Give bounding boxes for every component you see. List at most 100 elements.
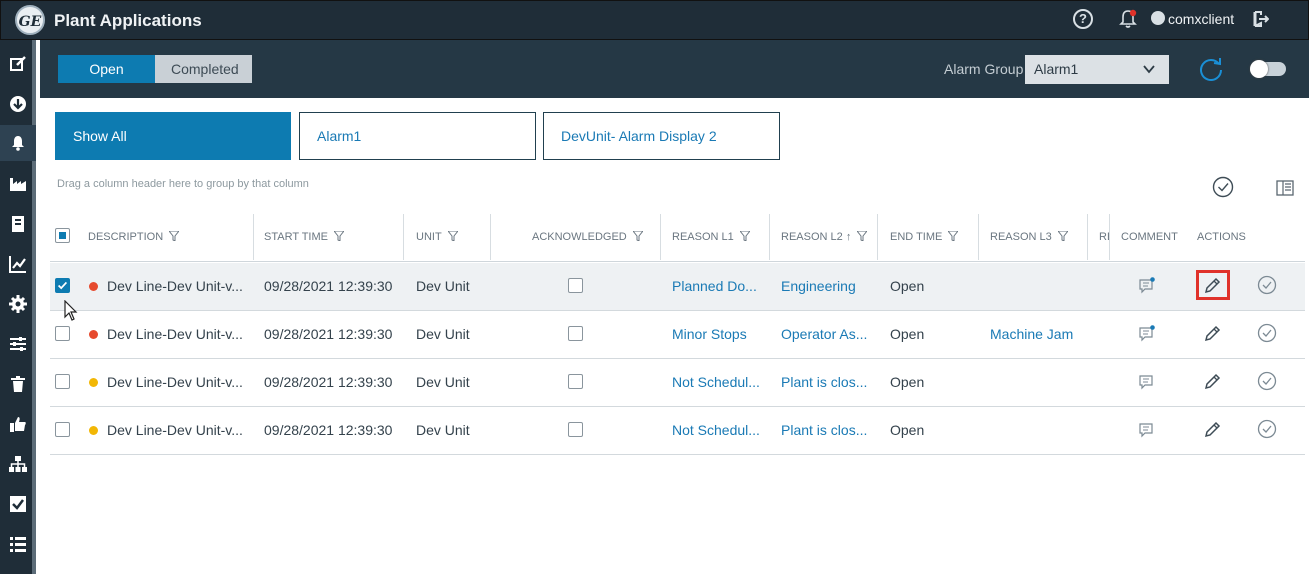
- sidebar-item-tasks[interactable]: [8, 494, 28, 514]
- comment-icon[interactable]: [1137, 372, 1157, 392]
- filter-icon[interactable]: [1057, 231, 1068, 241]
- alarm-group-select[interactable]: Alarm1: [1025, 55, 1169, 84]
- cell-reason-l1[interactable]: Not Schedul...: [672, 359, 760, 405]
- cell-end-time: Open: [890, 422, 925, 438]
- acknowledged-checkbox[interactable]: [568, 278, 583, 293]
- gear-icon: [9, 295, 27, 313]
- acknowledge-all-icon[interactable]: [1212, 176, 1234, 198]
- table-row[interactable]: Dev Line-Dev Unit-v... 09/28/2021 12:39:…: [50, 407, 1305, 455]
- sidebar-item-quality[interactable]: [8, 414, 28, 434]
- alarm-group-value: Alarm1: [1034, 61, 1079, 77]
- acknowledged-checkbox[interactable]: [568, 422, 583, 437]
- acknowledge-icon[interactable]: [1257, 419, 1277, 439]
- column-header-reason-l3[interactable]: REASON L3: [990, 212, 1068, 262]
- sidebar-item-waste[interactable]: [8, 374, 28, 394]
- column-header-reason-l2[interactable]: REASON L2 ↑: [781, 212, 868, 262]
- column-header-description[interactable]: DESCRIPTION: [88, 212, 180, 262]
- sidebar-item-settings[interactable]: [8, 294, 28, 314]
- cell-reason-l2[interactable]: Engineering: [781, 263, 856, 309]
- cell-unit: Dev Unit: [416, 326, 470, 342]
- edit-pencil-icon[interactable]: [1202, 372, 1222, 392]
- cell-reason-l2[interactable]: Operator As...: [781, 311, 867, 357]
- sidebar-item-production[interactable]: [8, 174, 28, 194]
- cell-description[interactable]: Dev Line-Dev Unit-v...: [107, 359, 243, 405]
- column-header-acknowledged[interactable]: ACKNOWLEDGED: [532, 212, 643, 262]
- sidebar-item-list[interactable]: [8, 534, 28, 554]
- list-icon: [10, 537, 26, 552]
- acknowledged-checkbox[interactable]: [568, 326, 583, 341]
- alarm-toolbar: Open Completed Alarm Group Alarm1: [40, 40, 1309, 98]
- filter-alarm1[interactable]: Alarm1: [299, 112, 536, 160]
- user-name[interactable]: comxclient: [1168, 11, 1234, 27]
- table-header: DESCRIPTION START TIME UNIT ACKNOWLEDGED…: [50, 212, 1305, 262]
- column-header-reason-l4[interactable]: RE: [1099, 212, 1109, 262]
- edit-pencil-icon[interactable]: [1202, 420, 1222, 440]
- notification-bell-icon[interactable]: [1117, 8, 1139, 30]
- filter-icon[interactable]: [739, 231, 750, 241]
- sidebar-item-configuration[interactable]: [8, 334, 28, 354]
- sidebar-item-hierarchy[interactable]: [8, 454, 28, 474]
- open-tab[interactable]: Open: [58, 55, 155, 83]
- column-chooser-icon[interactable]: [1276, 180, 1294, 196]
- logout-icon[interactable]: [1253, 10, 1269, 28]
- acknowledge-icon[interactable]: [1257, 275, 1277, 295]
- filter-icon[interactable]: [632, 231, 643, 241]
- table-row[interactable]: Dev Line-Dev Unit-v... 09/28/2021 12:39:…: [50, 311, 1305, 359]
- cell-reason-l1[interactable]: Not Schedul...: [672, 407, 760, 453]
- acknowledged-checkbox[interactable]: [568, 374, 583, 389]
- comment-icon[interactable]: [1137, 324, 1157, 344]
- filter-icon[interactable]: [169, 231, 180, 241]
- cell-reason-l2[interactable]: Plant is clos...: [781, 359, 867, 405]
- filter-icon[interactable]: [857, 231, 868, 241]
- filter-icon[interactable]: [447, 231, 458, 241]
- priority-dot: [89, 282, 98, 291]
- column-header-start-time[interactable]: START TIME: [264, 212, 344, 262]
- table-row[interactable]: Dev Line-Dev Unit-v... 09/28/2021 12:39:…: [50, 263, 1305, 311]
- sidebar-item-analysis[interactable]: [8, 254, 28, 274]
- acknowledge-icon[interactable]: [1257, 371, 1277, 391]
- ge-logo[interactable]: GE: [15, 5, 45, 35]
- sidebar-item-logbook[interactable]: [8, 214, 28, 234]
- priority-dot: [89, 330, 98, 339]
- select-all-checkbox[interactable]: [55, 228, 70, 243]
- filter-icon[interactable]: [333, 231, 344, 241]
- view-toggle-knob[interactable]: [1250, 60, 1268, 78]
- completed-tab[interactable]: Completed: [155, 55, 252, 83]
- sidebar-item-edit[interactable]: [8, 54, 28, 74]
- comment-icon[interactable]: [1137, 276, 1157, 296]
- sort-ascending-icon[interactable]: ↑: [846, 231, 852, 243]
- edit-pencil-icon[interactable]: [1202, 324, 1222, 344]
- filter-devunit-alarm-display[interactable]: DevUnit- Alarm Display 2: [543, 112, 780, 160]
- priority-dot: [89, 426, 98, 435]
- sidebar-item-alarms[interactable]: [0, 125, 36, 161]
- user-avatar-icon[interactable]: [1151, 11, 1165, 25]
- table-row[interactable]: Dev Line-Dev Unit-v... 09/28/2021 12:39:…: [50, 359, 1305, 407]
- row-select-checkbox[interactable]: [55, 422, 70, 437]
- cell-reason-l1[interactable]: Planned Do...: [672, 263, 757, 309]
- acknowledge-icon[interactable]: [1257, 323, 1277, 343]
- cell-reason-l1[interactable]: Minor Stops: [672, 311, 747, 357]
- refresh-icon[interactable]: [1198, 56, 1224, 82]
- cell-description[interactable]: Dev Line-Dev Unit-v...: [107, 263, 243, 309]
- factory-icon: [10, 178, 26, 191]
- row-select-checkbox[interactable]: [55, 374, 70, 389]
- cell-reason-l2[interactable]: Plant is clos...: [781, 407, 867, 453]
- column-header-reason-l1[interactable]: REASON L1: [672, 212, 750, 262]
- cell-description[interactable]: Dev Line-Dev Unit-v...: [107, 407, 243, 453]
- sidebar-item-download[interactable]: [8, 94, 28, 114]
- column-header-unit[interactable]: UNIT: [416, 212, 458, 262]
- cell-description[interactable]: Dev Line-Dev Unit-v...: [107, 311, 243, 357]
- comment-icon[interactable]: [1137, 420, 1157, 440]
- row-select-checkbox[interactable]: [55, 326, 70, 341]
- filter-show-all[interactable]: Show All: [55, 112, 291, 160]
- priority-dot: [89, 378, 98, 387]
- column-header-end-time[interactable]: END TIME: [890, 212, 959, 262]
- edit-highlight-box: [1196, 270, 1230, 300]
- help-icon[interactable]: ?: [1073, 9, 1093, 29]
- row-select-checkbox[interactable]: [55, 278, 70, 293]
- filter-icon[interactable]: [948, 231, 959, 241]
- cell-end-time: Open: [890, 278, 925, 294]
- cell-end-time: Open: [890, 374, 925, 390]
- cell-reason-l3[interactable]: Machine Jam: [990, 311, 1073, 357]
- chevron-down-icon: [1143, 65, 1155, 74]
